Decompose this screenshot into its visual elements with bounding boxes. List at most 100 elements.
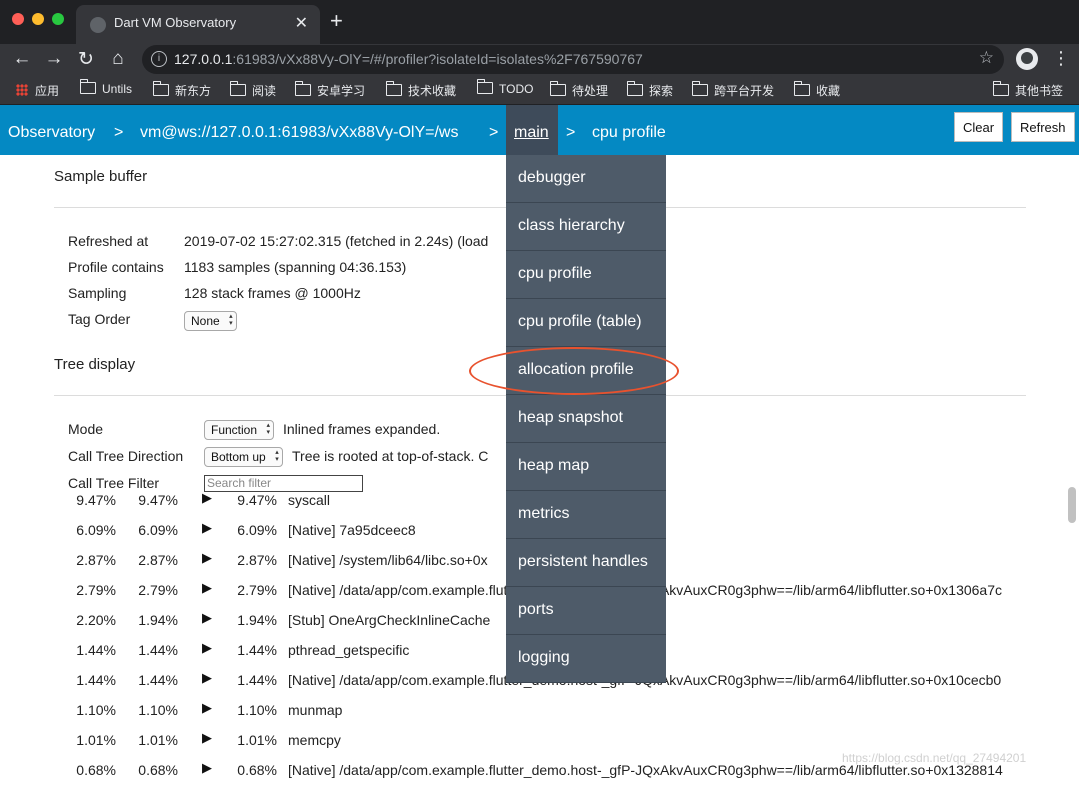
bookmark-star-icon[interactable]: ☆ bbox=[979, 48, 994, 68]
search-filter-input[interactable]: Search filter bbox=[204, 475, 363, 492]
inclusive-percent: 1.94% bbox=[138, 612, 178, 628]
inclusive-percent: 1.10% bbox=[138, 702, 178, 718]
function-name: [Native] /system/lib64/libc.so+0x bbox=[288, 552, 488, 568]
bookmark-folder[interactable]: 新东方 bbox=[153, 81, 211, 99]
bookmark-folder[interactable]: 跨平台开发 bbox=[692, 81, 774, 99]
node-percent: 2.87% bbox=[237, 552, 277, 568]
bookmark-folder[interactable]: 探索 bbox=[627, 81, 673, 99]
tab-title: Dart VM Observatory bbox=[114, 15, 237, 30]
menu-item-metrics[interactable]: metrics bbox=[506, 491, 666, 539]
breadcrumb-separator: > bbox=[489, 124, 499, 141]
inclusive-percent: 0.68% bbox=[138, 762, 178, 778]
mode-note: Inlined frames expanded. bbox=[283, 421, 441, 437]
forward-icon[interactable]: → bbox=[43, 48, 65, 70]
sampling-label: Sampling bbox=[68, 285, 127, 301]
minimize-window-button[interactable] bbox=[32, 13, 44, 25]
tree-row[interactable]: 0.68% 0.68% 0.68% [Native] /data/app/com.ex… bbox=[0, 760, 1079, 792]
expand-triangle-icon[interactable]: ▶ bbox=[202, 640, 212, 656]
function-name: [Stub] OneArgCheckInlineCache bbox=[288, 612, 491, 628]
node-percent: 1.94% bbox=[237, 612, 277, 628]
close-tab-icon[interactable]: ✕ bbox=[295, 13, 308, 33]
scrollbar-thumb[interactable] bbox=[1068, 487, 1076, 523]
inclusive-percent: 1.44% bbox=[138, 672, 178, 688]
menu-item-label: ports bbox=[518, 601, 554, 618]
bookmark-folder[interactable]: 阅读 bbox=[230, 81, 276, 99]
expand-triangle-icon[interactable]: ▶ bbox=[202, 550, 212, 566]
menu-item-class-hierarchy[interactable]: class hierarchy bbox=[506, 203, 666, 251]
call-tree-direction-select[interactable]: Bottom up bbox=[204, 447, 283, 467]
node-percent: 1.44% bbox=[237, 642, 277, 658]
mode-select[interactable]: Function bbox=[204, 420, 275, 440]
bookmark-apps[interactable]: 应用 bbox=[16, 82, 59, 99]
clear-button[interactable]: Clear bbox=[954, 112, 1004, 142]
tree-row[interactable]: 1.10% 1.10% 1.10% munmap ▶ bbox=[0, 700, 1079, 732]
menu-item-heap-map[interactable]: heap map bbox=[506, 443, 666, 491]
self-percent: 9.47% bbox=[76, 492, 116, 508]
self-percent: 1.44% bbox=[76, 672, 116, 688]
expand-triangle-icon[interactable]: ▶ bbox=[202, 580, 212, 596]
new-tab-button[interactable]: + bbox=[330, 8, 343, 34]
profile-contains-label: Profile contains bbox=[68, 259, 164, 275]
bookmark-folder[interactable]: TODO bbox=[477, 79, 533, 96]
tag-order-select[interactable]: None bbox=[184, 311, 237, 331]
profile-avatar[interactable] bbox=[1016, 48, 1038, 70]
url-text[interactable]: 127.0.0.1:61983/vXx88Vy-OlY=/#/profiler?… bbox=[174, 51, 643, 67]
self-percent: 6.09% bbox=[76, 522, 116, 538]
node-percent: 1.10% bbox=[237, 702, 277, 718]
expand-triangle-icon[interactable]: ▶ bbox=[202, 670, 212, 686]
bookmark-folder[interactable]: Untils bbox=[80, 79, 132, 96]
breadcrumb-isolate-main[interactable]: main bbox=[506, 105, 558, 155]
refresh-button[interactable]: Refresh bbox=[1011, 112, 1075, 142]
node-percent: 2.79% bbox=[237, 582, 277, 598]
menu-item-logging[interactable]: logging bbox=[506, 635, 666, 683]
menu-item-debugger[interactable]: debugger bbox=[506, 155, 666, 203]
breadcrumb-observatory[interactable]: Observatory bbox=[8, 124, 95, 142]
browser-tab[interactable]: Dart VM Observatory ✕ bbox=[76, 5, 320, 44]
breadcrumb-cpu-profile[interactable]: cpu profile bbox=[592, 124, 666, 142]
menu-item-persistent-handles[interactable]: persistent handles bbox=[506, 539, 666, 587]
profile-contains-value: 1183 samples (spanning 04:36.153) bbox=[184, 259, 407, 275]
bookmark-folder[interactable]: 待处理 bbox=[550, 81, 608, 99]
menu-item-cpu-profile[interactable]: cpu profile bbox=[506, 251, 666, 299]
expand-triangle-icon[interactable]: ▶ bbox=[202, 760, 212, 776]
expand-triangle-icon[interactable]: ▶ bbox=[202, 490, 212, 506]
inclusive-percent: 6.09% bbox=[138, 522, 178, 538]
bookmark-folder[interactable]: 收藏 bbox=[794, 81, 840, 99]
folder-icon bbox=[477, 79, 493, 94]
inclusive-percent: 1.44% bbox=[138, 642, 178, 658]
node-percent: 9.47% bbox=[237, 492, 277, 508]
node-percent: 0.68% bbox=[237, 762, 277, 778]
function-name: memcpy bbox=[288, 732, 341, 748]
menu-item-heap-snapshot[interactable]: heap snapshot bbox=[506, 395, 666, 443]
sampling-value: 128 stack frames @ 1000Hz bbox=[184, 285, 361, 301]
call-tree-direction-label: Call Tree Direction bbox=[68, 448, 184, 464]
bookmark-folder-other[interactable]: 其他书签 bbox=[993, 81, 1063, 99]
home-icon[interactable]: ⌂ bbox=[107, 48, 129, 70]
menu-item-cpu-profile-table[interactable]: cpu profile (table) bbox=[506, 299, 666, 347]
expand-triangle-icon[interactable]: ▶ bbox=[202, 730, 212, 746]
bookmark-folder[interactable]: 安卓学习 bbox=[295, 81, 365, 99]
folder-icon bbox=[295, 81, 311, 96]
mode-label: Mode bbox=[68, 421, 104, 437]
node-percent: 6.09% bbox=[237, 522, 277, 538]
observatory-nav-bar: Observatory > vm@ws://127.0.0.1:61983/vX… bbox=[0, 105, 1079, 155]
menu-item-ports[interactable]: ports bbox=[506, 587, 666, 635]
address-bar[interactable]: i 127.0.0.1:61983/vXx88Vy-OlY=/#/profile… bbox=[142, 45, 1004, 74]
breadcrumb-separator: > bbox=[566, 124, 576, 141]
zoom-window-button[interactable] bbox=[52, 13, 64, 25]
breadcrumb-vm[interactable]: vm@ws://127.0.0.1:61983/vXx88Vy-OlY=/ws bbox=[140, 124, 458, 142]
menu-item-label: heap snapshot bbox=[518, 409, 623, 426]
reload-icon[interactable]: ↻ bbox=[75, 48, 97, 71]
annotation-circle bbox=[469, 347, 679, 395]
bookmark-folder[interactable]: 技术收藏 bbox=[386, 81, 456, 99]
self-percent: 1.01% bbox=[76, 732, 116, 748]
self-percent: 0.68% bbox=[76, 762, 116, 778]
back-icon[interactable]: ← bbox=[11, 48, 33, 70]
site-info-icon[interactable]: i bbox=[151, 51, 167, 67]
expand-triangle-icon[interactable]: ▶ bbox=[202, 700, 212, 716]
browser-menu-icon[interactable]: ⋮ bbox=[1052, 48, 1070, 69]
expand-triangle-icon[interactable]: ▶ bbox=[202, 610, 212, 626]
self-percent: 1.10% bbox=[76, 702, 116, 718]
close-window-button[interactable] bbox=[12, 13, 24, 25]
expand-triangle-icon[interactable]: ▶ bbox=[202, 520, 212, 536]
